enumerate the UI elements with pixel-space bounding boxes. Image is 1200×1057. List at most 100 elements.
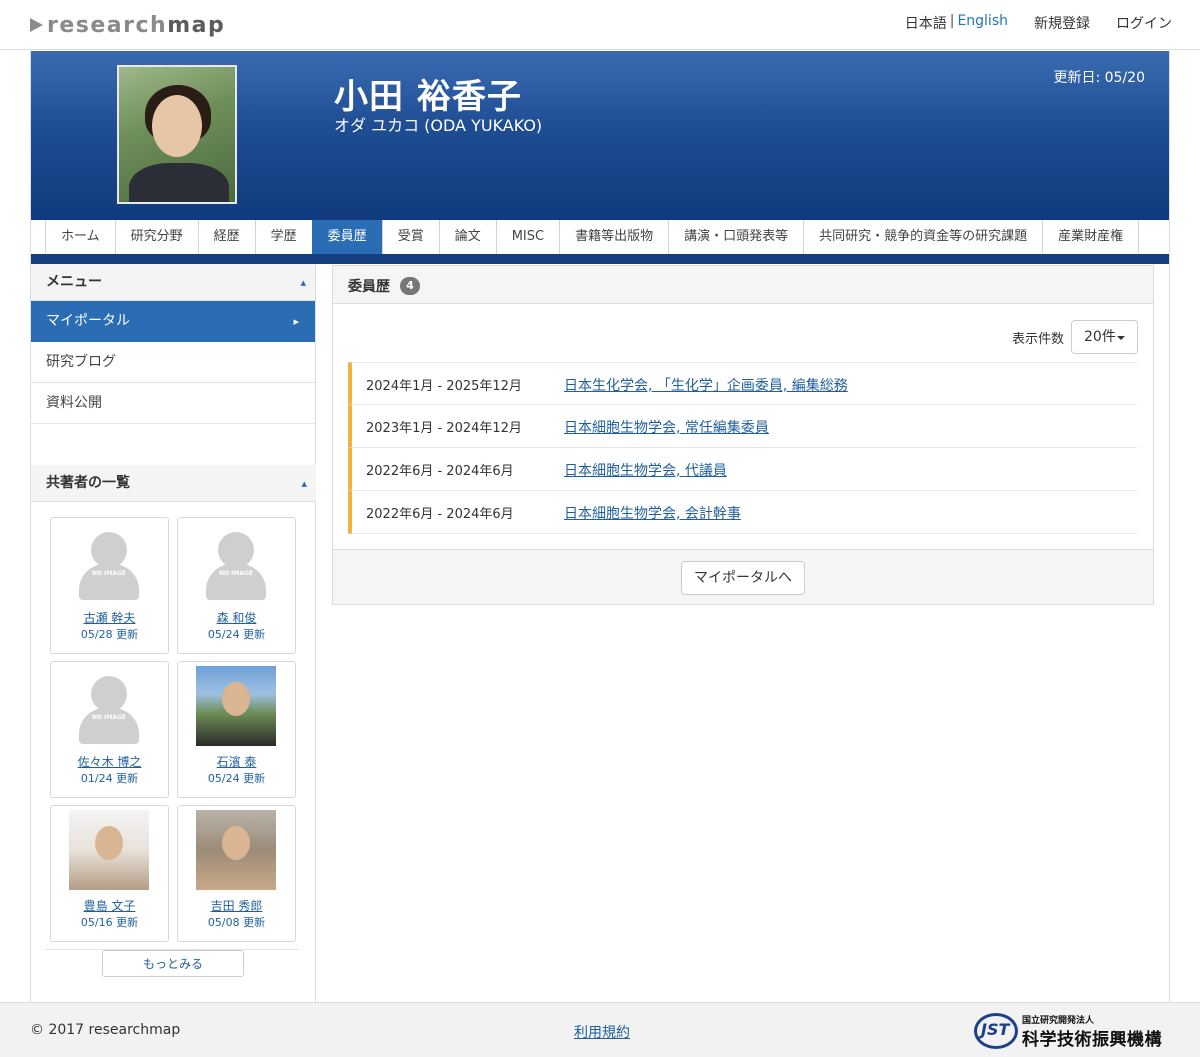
lang-japanese-link[interactable]: 日本語 [905, 13, 947, 33]
login-link[interactable]: ログイン [1116, 13, 1172, 33]
committee-title-link[interactable]: 日本細胞生物学会, 会計幹事 [564, 503, 741, 523]
committee-row: 2023年1月 - 2024年12月 日本細胞生物学会, 常任編集委員 [348, 405, 1137, 448]
coauthor-name-link[interactable]: 石濱 泰 [178, 753, 295, 770]
tab-item[interactable]: 講演・口頭発表等 [668, 220, 804, 254]
tab-item[interactable]: 論文 [438, 220, 496, 254]
menu-item[interactable]: 研究ブログ [31, 342, 315, 383]
per-page-label: 表示件数 [1012, 332, 1065, 347]
page-footer: © 2017 researchmap 利用規約 JST 国立研究開発法人 科学技… [0, 1002, 1200, 1057]
coauthor-updated-date: 01/24 更新 [80, 772, 139, 785]
coauthor-avatar [196, 810, 276, 890]
coauthor-name-link[interactable]: 森 和俊 [178, 609, 295, 626]
count-badge: 4 [400, 277, 420, 295]
caret-down-icon [1117, 336, 1125, 340]
coauthors-heading[interactable]: 共著者の一覧 ▴ [31, 465, 316, 502]
coauthor-updated-date: 05/28 更新 [80, 628, 139, 641]
more-coauthors-button[interactable]: もっとみる [102, 950, 244, 977]
committee-panel: 委員歴 4 表示件数 20件 2024年1月 - 2025年12月 日本生化学会,… [332, 265, 1154, 605]
committee-row: 2022年6月 - 2024年6月 日本細胞生物学会, 代議員 [348, 448, 1137, 491]
menu-item[interactable]: マイポータル ▸ [31, 301, 315, 342]
tab-item[interactable]: 産業財産権 [1042, 220, 1140, 254]
profile-banner: 小田 裕香子 オダ ユカコ (ODA YUKAKO) 更新日: 05/20 [31, 51, 1169, 220]
menu-heading[interactable]: メニュー ▴ [31, 264, 315, 301]
no-image-avatar: NO IMAGE [69, 666, 149, 746]
panel-header: 委員歴 4 [333, 266, 1153, 304]
committee-period: 2024年1月 - 2025年12月 [366, 379, 522, 394]
coauthor-name-link[interactable]: 佐々木 博之 [51, 753, 168, 770]
tab-item[interactable]: 経歴 [197, 220, 255, 254]
lang-separator: | [949, 13, 955, 29]
committee-period: 2022年6月 - 2024年6月 [366, 507, 514, 522]
coauthor-card[interactable]: NO IMAGE 古瀬 幹夫 05/28 更新 [50, 517, 169, 654]
coauthor-updated-date: 05/24 更新 [207, 772, 266, 785]
logo-text: researchmap [47, 12, 226, 38]
tab-item[interactable]: 委員歴 [311, 220, 382, 254]
committee-period: 2022年6月 - 2024年6月 [366, 464, 514, 479]
logo-play-icon [30, 18, 43, 32]
tab-item[interactable]: ホーム [45, 220, 115, 254]
tab-item[interactable]: 共同研究・競争的資金等の研究課題 [803, 220, 1043, 254]
committee-title-link[interactable]: 日本細胞生物学会, 代議員 [564, 460, 727, 480]
committee-row: 2024年1月 - 2025年12月 日本生化学会, 「生化学」企画委員, 編集総… [348, 362, 1137, 405]
coauthor-card[interactable]: 吉田 秀郎 05/08 更新 [177, 805, 296, 942]
chevron-up-icon: ▴ [301, 477, 307, 490]
coauthor-avatar [69, 810, 149, 890]
researcher-name: 小田 裕香子 [334, 77, 522, 117]
no-image-label: NO IMAGE [218, 570, 254, 577]
coauthor-avatar [196, 666, 276, 746]
no-image-label: NO IMAGE [91, 714, 127, 721]
top-nav-links: 日本語 | English 新規登録 ログイン [905, 13, 1172, 33]
profile-tab-bar: ホーム 研究分野 経歴 学歴 委員歴 受賞 論文 MISC 書籍等出版物 講演・口頭発表等 共同研究… [31, 220, 1169, 264]
lang-english-link[interactable]: English [957, 13, 1008, 33]
coauthor-updated-date: 05/24 更新 [207, 628, 266, 641]
coauthor-card[interactable]: 豊島 文子 05/16 更新 [50, 805, 169, 942]
menu-item-label: マイポータル [46, 313, 130, 329]
menu-item-label: 研究ブログ [46, 354, 116, 370]
coauthors-section: 共著者の一覧 ▴ [31, 465, 316, 502]
researcher-kana-name: オダ ユカコ (ODA YUKAKO) [334, 116, 543, 135]
coauthor-updated-date: 05/08 更新 [207, 916, 266, 929]
no-image-avatar: NO IMAGE [69, 522, 149, 602]
tab-item[interactable]: 研究分野 [114, 220, 198, 254]
copyright-icon: © [30, 1022, 49, 1038]
committee-row: 2022年6月 - 2024年6月 日本細胞生物学会, 会計幹事 [348, 491, 1137, 534]
go-to-portal-button[interactable]: マイポータルへ [681, 561, 805, 595]
sidebar: メニュー ▴ マイポータル ▸ 研究ブログ資料公開 共著者の一覧 ▴ NO IMAG… [31, 264, 316, 1002]
tab-item[interactable]: 書籍等出版物 [559, 220, 669, 254]
register-link[interactable]: 新規登録 [1034, 13, 1090, 33]
coauthor-name-link[interactable]: 古瀬 幹夫 [51, 609, 168, 626]
committee-list: 2024年1月 - 2025年12月 日本生化学会, 「生化学」企画委員, 編集総… [348, 362, 1137, 534]
tab-item[interactable]: 学歴 [254, 220, 312, 254]
coauthor-name-link[interactable]: 豊島 文子 [51, 897, 168, 914]
menu-heading-label: メニュー [46, 274, 102, 290]
no-image-label: NO IMAGE [91, 570, 127, 577]
panel-title: 委員歴 [348, 279, 390, 295]
committee-period: 2023年1月 - 2024年12月 [366, 421, 522, 436]
coauthor-card[interactable]: NO IMAGE 森 和俊 05/24 更新 [177, 517, 296, 654]
tab-bar-underline [31, 254, 1169, 264]
no-image-avatar: NO IMAGE [196, 522, 276, 602]
copyright-text: 2017 researchmap [48, 1022, 181, 1038]
chevron-up-icon: ▴ [300, 276, 306, 289]
coauthor-card[interactable]: 石濱 泰 05/24 更新 [177, 661, 296, 798]
jst-logo[interactable]: JST 国立研究開発法人 科学技術振興機構 [974, 1011, 1174, 1051]
researchmap-logo[interactable]: researchmap [30, 11, 225, 39]
committee-title-link[interactable]: 日本生化学会, 「生化学」企画委員, 編集総務 [564, 375, 848, 395]
panel-footer: マイポータルへ [333, 549, 1153, 604]
committee-title-link[interactable]: 日本細胞生物学会, 常任編集委員 [564, 417, 769, 437]
coauthor-card[interactable]: NO IMAGE 佐々木 博之 01/24 更新 [50, 661, 169, 798]
menu-list: マイポータル ▸ 研究ブログ資料公開 [31, 301, 315, 424]
per-page-value: 20件 [1084, 329, 1116, 345]
coauthor-name-link[interactable]: 吉田 秀郎 [178, 897, 295, 914]
coauthor-updated-date: 05/16 更新 [80, 916, 139, 929]
tab-item[interactable]: MISC [495, 220, 560, 254]
tab-item[interactable]: 受賞 [381, 220, 439, 254]
menu-item[interactable]: 資料公開 [31, 383, 315, 424]
per-page-dropdown[interactable]: 20件 [1071, 320, 1138, 354]
menu-item-label: 資料公開 [46, 395, 102, 411]
profile-updated-date: 更新日: 05/20 [1053, 70, 1145, 86]
copyright: © 2017 researchmap [30, 1022, 180, 1038]
coauthors-heading-label: 共著者の一覧 [46, 475, 130, 491]
jst-name: 科学技術振興機構 [1022, 1030, 1162, 1050]
terms-link[interactable]: 利用規約 [574, 1022, 630, 1042]
